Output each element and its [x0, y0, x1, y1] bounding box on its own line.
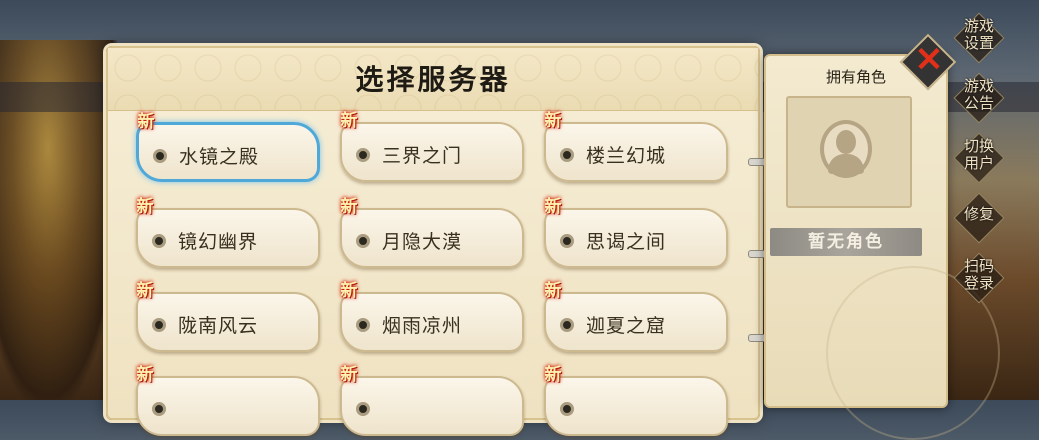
repair-button[interactable]: 修复: [953, 192, 1005, 244]
server-name: 思谒之间: [586, 231, 667, 253]
server-name: 烟雨凉州: [382, 315, 463, 337]
server-name: 镜幻幽界: [178, 231, 259, 253]
server-button[interactable]: 新 三界之门: [340, 111, 524, 182]
no-role-label: 暂无角色: [770, 228, 922, 256]
server-button[interactable]: 新: [136, 365, 320, 436]
new-badge: 新: [136, 197, 154, 217]
role-panel: 拥有角色 暂无角色: [764, 54, 1000, 440]
radio-icon: [356, 402, 370, 416]
switch-user-button[interactable]: 切换用户: [953, 132, 1005, 184]
radio-icon: [560, 318, 574, 332]
radio-icon: [560, 148, 574, 162]
menu-label: 切换用户: [963, 137, 994, 172]
game-notice-button[interactable]: 游戏公告: [953, 72, 1005, 124]
new-badge: 新: [136, 281, 154, 301]
radio-icon: [152, 234, 166, 248]
server-button[interactable]: 新 月隐大漠: [340, 197, 524, 268]
new-badge: 新: [340, 365, 358, 385]
server-name: 陇南风云: [178, 315, 259, 337]
server-button[interactable]: 新 思谒之间: [544, 197, 728, 268]
menu-label: 修复: [963, 205, 994, 223]
new-badge: 新: [136, 365, 154, 385]
new-badge: 新: [544, 281, 562, 301]
qr-login-button[interactable]: 扫码登录: [953, 252, 1005, 304]
radio-icon: [356, 148, 370, 162]
server-select-panel: 选择服务器 新 水镜之殿 新 三界之门 新 楼兰幻城 新 镜幻幽界 新 月隐大漠…: [106, 46, 770, 436]
server-button[interactable]: 新 楼兰幻城: [544, 111, 728, 182]
server-button[interactable]: 新: [340, 365, 524, 436]
server-button[interactable]: 新: [544, 365, 728, 436]
server-name: 迦夏之窟: [586, 315, 667, 337]
server-button[interactable]: 新 迦夏之窟: [544, 281, 728, 352]
menu-label: 游戏设置: [963, 17, 994, 52]
new-badge: 新: [340, 111, 358, 131]
server-button[interactable]: 新 水镜之殿: [136, 112, 320, 182]
new-badge: 新: [340, 197, 358, 217]
radio-icon: [152, 318, 166, 332]
radio-icon: [560, 402, 574, 416]
menu-label: 游戏公告: [963, 77, 994, 112]
server-name: 楼兰幻城: [586, 145, 667, 167]
menu-label: 扫码登录: [963, 257, 994, 292]
radio-icon: [153, 149, 167, 163]
avatar-placeholder-icon: [820, 120, 872, 178]
new-badge: 新: [340, 281, 358, 301]
new-badge: 新: [544, 365, 562, 385]
radio-icon: [152, 402, 166, 416]
radio-icon: [356, 318, 370, 332]
server-button[interactable]: 新 镜幻幽界: [136, 197, 320, 268]
new-badge: 新: [544, 111, 562, 131]
server-button[interactable]: 新 陇南风云: [136, 281, 320, 352]
server-name: 三界之门: [382, 145, 463, 167]
server-name: 水镜之殿: [179, 146, 260, 168]
server-name: 月隐大漠: [382, 231, 463, 253]
new-badge: 新: [137, 112, 155, 132]
new-badge: 新: [544, 197, 562, 217]
radio-icon: [356, 234, 370, 248]
radio-icon: [560, 234, 574, 248]
portrait-frame: [786, 96, 912, 208]
close-icon[interactable]: ✕: [909, 38, 949, 82]
page-title: 选择服务器: [355, 63, 511, 96]
panel-header: 选择服务器: [108, 48, 758, 111]
game-settings-button[interactable]: 游戏设置: [953, 12, 1005, 64]
server-button[interactable]: 新 烟雨凉州: [340, 281, 524, 352]
